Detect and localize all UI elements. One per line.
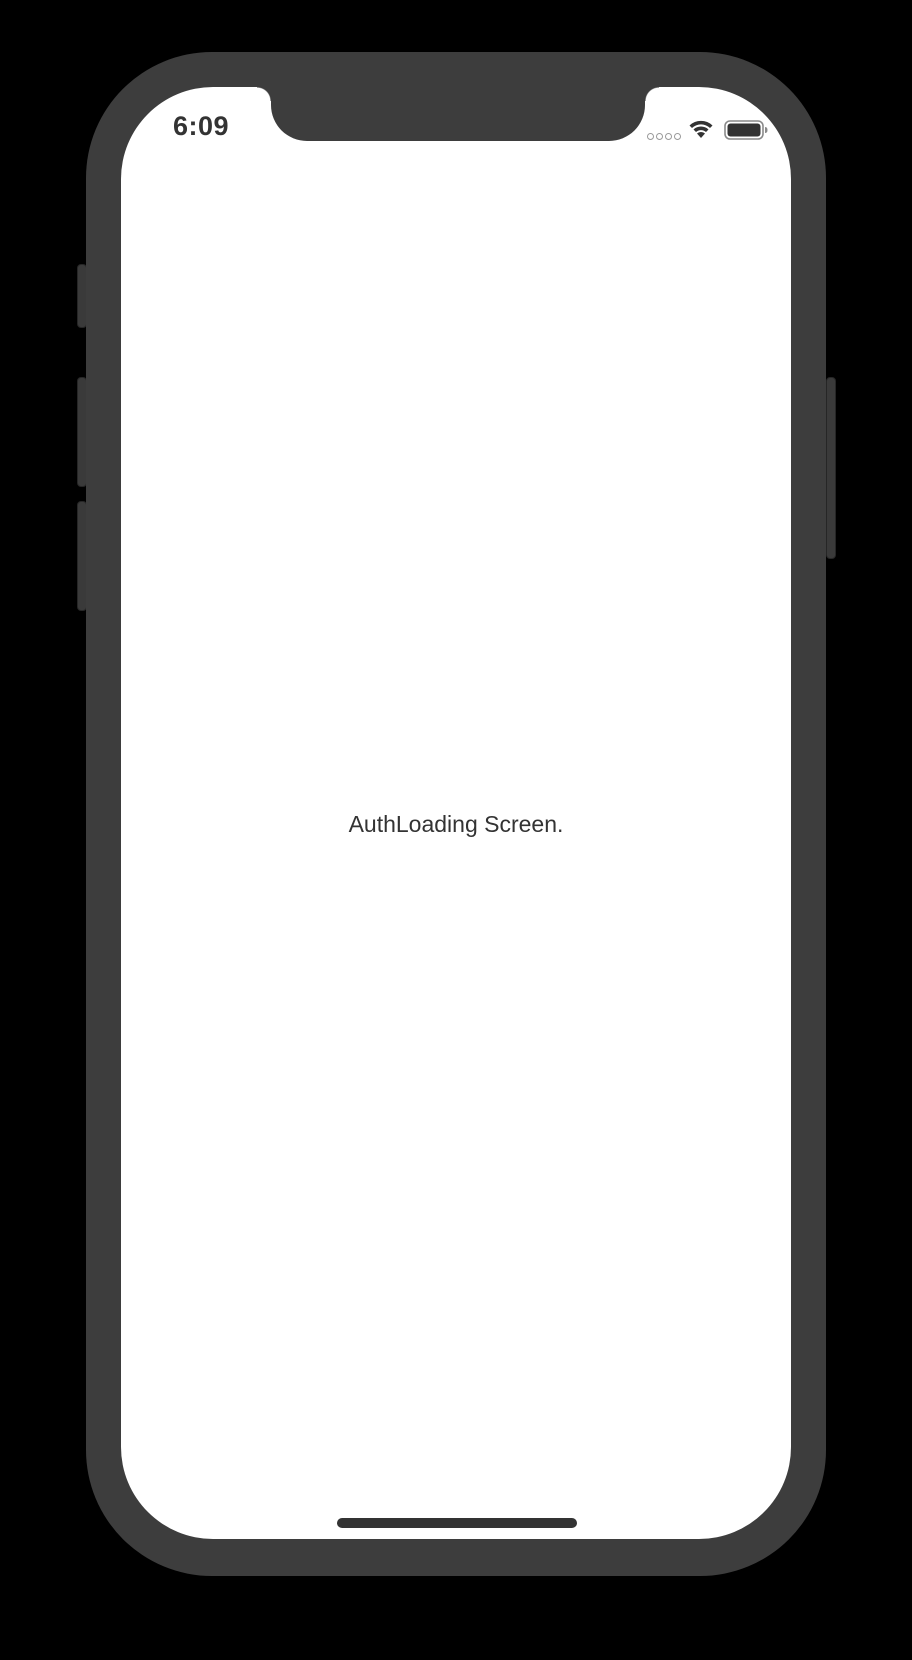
battery-icon [724,120,768,140]
notch [257,87,659,141]
side-power-button [826,377,836,559]
device-screen: 6:09 AuthLoading Screen. [121,87,791,1539]
wifi-icon [689,120,713,138]
home-indicator[interactable] [337,1518,577,1528]
status-bar-time: 6:09 [173,111,230,141]
cellular-signal-dots-icon [647,133,681,140]
auth-loading-label: AuthLoading Screen. [348,811,564,837]
